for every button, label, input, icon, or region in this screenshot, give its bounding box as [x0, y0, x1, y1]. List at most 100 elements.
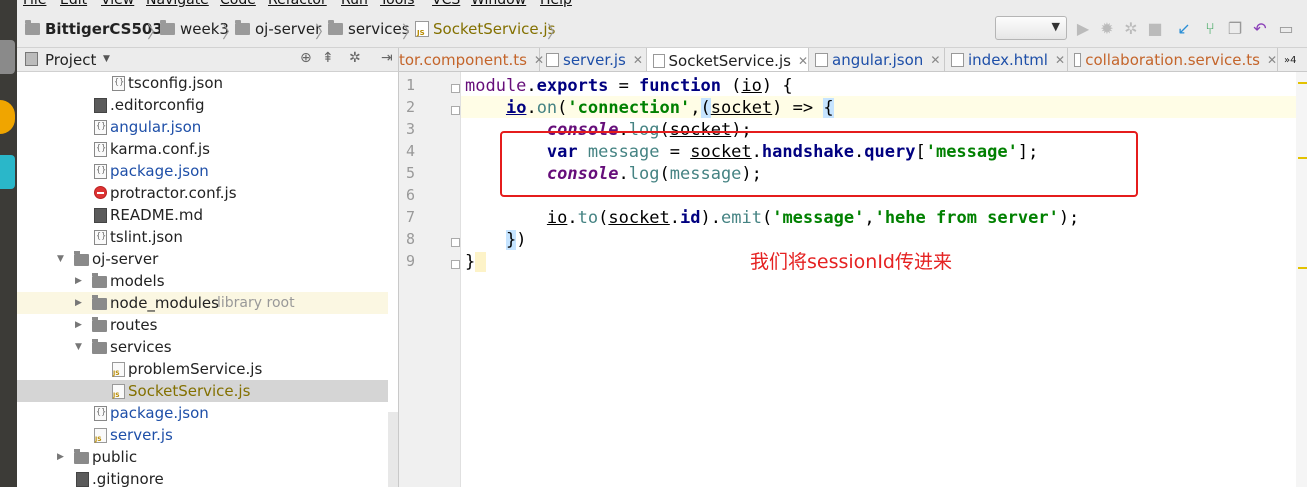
expanded-arrow-icon[interactable]: ▼	[57, 254, 64, 264]
menu-run[interactable]: Run	[341, 0, 368, 8]
expanded-arrow-icon[interactable]: ▼	[75, 342, 82, 352]
locate-file-icon[interactable]: ⊕	[300, 50, 312, 66]
tree-item[interactable]: angular.json	[17, 116, 388, 138]
menu-navigate[interactable]: Navigate	[146, 0, 209, 8]
warning-marker[interactable]	[1298, 267, 1307, 269]
collapsed-arrow-icon[interactable]: ▶	[75, 298, 82, 308]
menu-help[interactable]: Help	[540, 0, 572, 8]
breadcrumb-project[interactable]: BittigerCS503	[25, 19, 163, 39]
more-tabs-button[interactable]: » 4	[1278, 48, 1307, 71]
tree-item[interactable]: server.js	[17, 424, 388, 446]
tree-folder[interactable]: ▶ models	[17, 270, 388, 292]
tree-folder[interactable]: ▼ oj-server	[17, 248, 388, 270]
folder-icon	[328, 20, 343, 35]
layout-icon[interactable]: ▭	[1277, 20, 1295, 38]
html-file-icon	[951, 53, 964, 67]
collapsed-arrow-icon[interactable]: ▶	[57, 452, 64, 462]
menu-code[interactable]: Code	[220, 0, 256, 8]
tab-socketservice-js[interactable]: SocketService.js ✕	[647, 48, 809, 71]
project-tree: tsconfig.json .editorconfig angular.json…	[17, 72, 399, 487]
chevron-right-icon: 〉	[547, 23, 564, 43]
code-line: io.to(socket.id).emit('message','hehe fr…	[546, 208, 1080, 228]
tab-component-ts[interactable]: tor.component.ts ✕	[399, 48, 544, 71]
tree-item-label: SocketService.js	[128, 382, 251, 400]
tree-item[interactable]: tsconfig.json	[17, 72, 388, 94]
stop-icon[interactable]: ■	[1146, 20, 1164, 38]
warning-marker[interactable]	[1298, 82, 1307, 84]
debug-icon[interactable]: ✹	[1098, 20, 1116, 38]
folder-icon	[92, 339, 107, 354]
folder-icon	[92, 273, 107, 288]
menu-refactor[interactable]: Refactor	[268, 0, 327, 8]
tree-item-selected[interactable]: SocketService.js	[17, 380, 388, 402]
tree-folder[interactable]: ▼ services	[17, 336, 388, 358]
editor-error-stripe[interactable]	[1296, 72, 1307, 487]
menu-view[interactable]: View	[101, 0, 134, 8]
menu-window[interactable]: Window	[471, 0, 526, 8]
line-number: 3	[405, 120, 415, 138]
breadcrumb-services[interactable]: services	[328, 19, 410, 39]
vcs-commit-icon[interactable]: ⑂	[1201, 20, 1219, 38]
collapse-all-icon[interactable]: ⇞	[322, 50, 334, 66]
breadcrumb-week3[interactable]: week3	[160, 19, 229, 39]
launcher-app-icon[interactable]	[0, 155, 15, 189]
collapsed-arrow-icon[interactable]: ▶	[75, 276, 82, 286]
menu-tools[interactable]: Tools	[380, 0, 415, 8]
close-icon[interactable]: ✕	[1267, 53, 1277, 67]
tab-server-js[interactable]: server.js ✕	[540, 48, 647, 71]
tree-item[interactable]: protractor.conf.js	[17, 182, 388, 204]
hide-panel-icon[interactable]: ⇥	[381, 50, 393, 66]
fold-marker-icon[interactable]	[451, 106, 460, 115]
editor-tabs: tor.component.ts ✕ server.js ✕ SocketSer…	[399, 48, 1307, 72]
javascript-file-icon	[546, 53, 559, 67]
project-panel-title[interactable]: Project	[45, 51, 96, 69]
tree-item[interactable]: README.md	[17, 204, 388, 226]
tab-collaboration-service-ts[interactable]: collaboration.service.ts ✕	[1068, 48, 1278, 71]
tree-scrollbar[interactable]	[388, 412, 398, 487]
tree-folder[interactable]: ▶ public	[17, 446, 388, 468]
tree-item[interactable]: package.json	[17, 402, 388, 424]
tree-item[interactable]: .editorconfig	[17, 94, 388, 116]
fold-marker-icon[interactable]	[451, 84, 460, 93]
chevron-down-icon[interactable]: ▼	[103, 54, 110, 64]
close-icon[interactable]: ✕	[633, 53, 643, 67]
tree-item-label: karma.conf.js	[110, 140, 210, 158]
menu-file[interactable]: File	[23, 0, 46, 8]
gear-icon[interactable]: ✲	[349, 50, 361, 66]
breadcrumb-oj-server[interactable]: oj-server	[235, 19, 321, 39]
breadcrumb-file[interactable]: JS SocketService.js	[415, 19, 555, 39]
menu-bar: File Edit View Navigate Code Refactor Ru…	[17, 0, 1307, 10]
tab-index-html[interactable]: index.html ✕	[945, 48, 1068, 71]
tree-folder[interactable]: ▶ routes	[17, 314, 388, 336]
close-icon[interactable]: ✕	[930, 53, 940, 67]
launcher-app-icon[interactable]	[0, 40, 15, 74]
coverage-icon[interactable]: ✲	[1122, 20, 1140, 38]
tree-item-label: .gitignore	[92, 470, 164, 487]
launcher-app-icon[interactable]	[0, 100, 15, 134]
tree-folder[interactable]: ▶ node_modules library root	[17, 292, 388, 314]
vcs-revert-icon[interactable]: ↶	[1251, 20, 1269, 38]
fold-marker-icon[interactable]	[451, 238, 460, 247]
menu-vcs[interactable]: VCS	[432, 0, 460, 8]
vcs-compare-icon[interactable]: ❐	[1226, 20, 1244, 38]
run-icon[interactable]: ▶	[1074, 20, 1092, 38]
tree-item-label: oj-server	[92, 250, 159, 268]
tree-item[interactable]: karma.conf.js	[17, 138, 388, 160]
warning-marker[interactable]	[1298, 157, 1307, 159]
tree-item[interactable]: package.json	[17, 160, 388, 182]
menu-edit[interactable]: Edit	[60, 0, 87, 8]
run-configuration-select[interactable]: ▼	[995, 16, 1067, 40]
vcs-update-icon[interactable]: ↙	[1175, 20, 1193, 38]
tree-item[interactable]: tslint.json	[17, 226, 388, 248]
code-line: module.exports = function (io) {	[465, 76, 793, 96]
tree-item[interactable]: .gitignore	[17, 468, 388, 487]
collapsed-arrow-icon[interactable]: ▶	[75, 320, 82, 330]
folder-icon	[25, 20, 40, 35]
json-file-icon	[94, 119, 107, 135]
project-icon	[25, 52, 38, 66]
tree-item[interactable]: problemService.js	[17, 358, 388, 380]
fold-marker-icon[interactable]	[451, 260, 460, 269]
close-icon[interactable]: ✕	[1055, 53, 1065, 67]
tab-angular-json[interactable]: angular.json ✕	[809, 48, 945, 71]
close-icon[interactable]: ✕	[798, 54, 808, 68]
